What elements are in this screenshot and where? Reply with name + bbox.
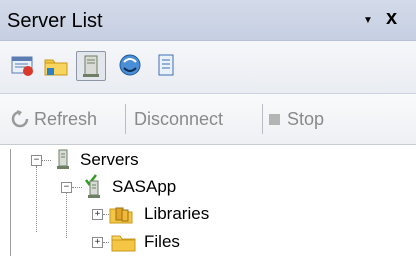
view-toolbar (0, 41, 416, 94)
sasapp-server-icon (85, 174, 100, 198)
close-icon[interactable]: x (386, 8, 397, 28)
files-folder-icon (111, 235, 136, 252)
action-toolbar: Refresh Disconnect Stop (0, 94, 416, 145)
server-list-panel: Server List ▼ x Refresh Disconnect Stop … (0, 0, 416, 256)
server-list-view-button[interactable] (8, 51, 36, 79)
disconnect-button[interactable]: Disconnect (134, 106, 223, 132)
panel-title: Server List (7, 10, 103, 32)
server-tree: − Servers − SASApp + Libraries + Files (0, 145, 416, 256)
server-view-icon (83, 55, 99, 77)
connect-view-button[interactable] (116, 51, 144, 79)
server-view-button[interactable] (76, 51, 106, 81)
server-list-view-icon (11, 56, 33, 76)
stop-icon (269, 114, 280, 125)
libraries-icon (109, 207, 133, 224)
sasapp-collapse-toggle[interactable]: − (61, 182, 72, 193)
tree-item-libraries[interactable]: Libraries (144, 203, 209, 225)
tree-connector (66, 193, 68, 238)
tree-item-label: Libraries (144, 204, 210, 223)
panel-title-bar: Server List ▼ x (0, 0, 416, 41)
tree-item-servers[interactable]: Servers (80, 149, 139, 171)
libraries-expand-toggle[interactable]: + (92, 209, 103, 220)
tree-item-label: Servers (80, 150, 139, 169)
tree-left-border (10, 149, 11, 256)
tree-connector (36, 166, 38, 232)
properties-view-icon (158, 54, 174, 76)
stop-label: Stop (287, 109, 325, 129)
refresh-icon (11, 110, 29, 128)
servers-collapse-toggle[interactable]: − (31, 155, 42, 166)
servers-icon (57, 149, 69, 169)
tree-item-sasapp[interactable]: SASApp (112, 176, 176, 198)
disconnect-label: Disconnect (134, 109, 224, 129)
tree-item-files[interactable]: Files (144, 231, 180, 253)
files-expand-toggle[interactable]: + (92, 237, 103, 248)
connect-view-icon (119, 54, 141, 76)
tree-connector (72, 187, 82, 189)
tree-connector (42, 160, 51, 162)
properties-view-button[interactable] (152, 51, 180, 79)
tree-item-label: SASApp (112, 177, 177, 196)
refresh-label: Refresh (34, 109, 98, 129)
tree-connector (103, 242, 109, 244)
folder-view-button[interactable] (42, 51, 70, 79)
toolbar-separator (125, 104, 126, 134)
folder-view-icon (44, 59, 68, 76)
pin-dropdown-icon[interactable]: ▼ (363, 11, 373, 31)
tree-item-label: Files (144, 232, 180, 251)
toolbar-separator (262, 104, 263, 134)
